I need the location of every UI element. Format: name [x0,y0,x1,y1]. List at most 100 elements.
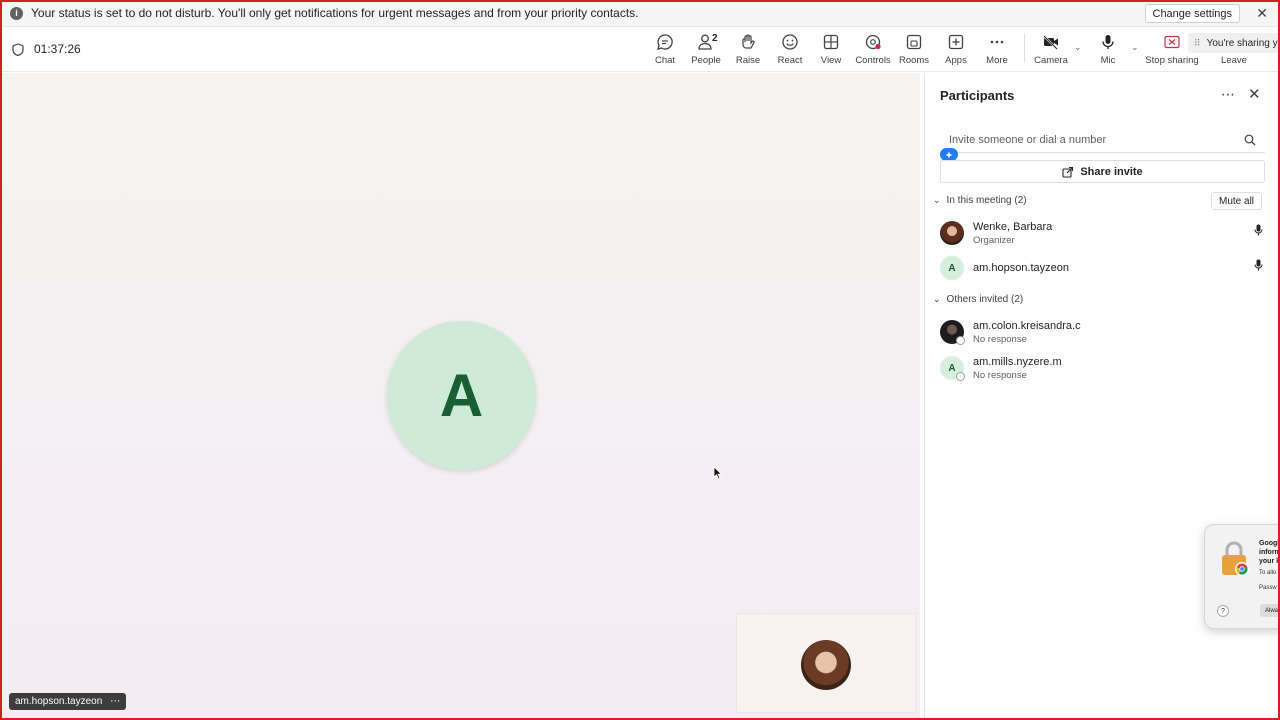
meeting-timer: 01:37:26 [12,42,81,56]
sharing-banner[interactable]: ⠿ You're sharing yo [1188,33,1280,53]
camera-label: Camera [1034,55,1068,66]
invited-row[interactable]: A am.mills.nyzere.m No response [940,356,1270,384]
share-invite-button[interactable]: Share invite [940,160,1265,183]
controls-button[interactable]: Controls [851,33,895,69]
popup-password-label: Passw [1259,585,1277,591]
leave-label: Leave [1221,55,1247,66]
meeting-stage: A [2,73,920,718]
participant-avatar: A [940,256,964,280]
invited-row[interactable]: am.colon.kreisandra.c No response [940,320,1270,348]
panel-title: Participants [940,88,1015,103]
more-label: More [986,55,1008,66]
avatar-letter: A [948,362,956,374]
avatar-letter: A [948,262,956,274]
camera-button[interactable]: Camera [1029,33,1073,69]
participant-row[interactable]: Wenke, Barbara Organizer [940,221,1270,249]
panel-more-options-icon[interactable]: ⋯ [1221,86,1235,103]
shield-icon [12,42,24,56]
camera-off-icon [1043,35,1058,50]
grid-view-icon [823,34,839,50]
raise-hand-button[interactable]: Raise [726,33,770,69]
more-button[interactable]: More [975,33,1019,69]
avatar-letter: A [439,362,484,429]
controls-label: Controls [855,55,891,66]
status-unknown-icon [956,372,965,381]
mic-icon [1102,35,1114,49]
people-label: People [691,55,721,66]
mic-icon[interactable] [1254,224,1263,236]
self-avatar [801,640,851,690]
in-meeting-section-header[interactable]: ⌄ In this meeting (2) [933,195,1027,206]
mic-button[interactable]: Mic [1086,33,1130,69]
people-button[interactable]: 2 People [684,33,728,75]
people-count: 2 [712,33,718,44]
search-icon[interactable] [1244,134,1256,146]
participant-avatar [940,221,964,245]
stop-sharing-label: Stop sharing [1145,55,1199,66]
stage-name-chip[interactable]: am.hopson.tayzeon ⋯ [9,693,127,710]
participant-avatar-large[interactable]: A [387,321,536,470]
participant-role: Organizer [973,235,1015,246]
raise-label: Raise [735,55,761,66]
raise-hand-icon [742,34,755,49]
rooms-icon [906,34,922,50]
mic-icon[interactable] [1254,259,1263,271]
stop-sharing-icon [1164,35,1180,49]
always-allow-button[interactable]: Alwa [1260,604,1280,617]
keychain-access-popup: Googl inform your k To allo Passw ? Alwa [1204,524,1280,629]
rooms-label: Rooms [898,55,930,66]
keychain-lock-icon [1222,541,1249,576]
controls-icon [865,34,881,50]
others-invited-label: Others invited (2) [946,294,1024,305]
chevron-down-icon: ⌄ [933,195,941,205]
mouse-cursor-icon [713,466,723,480]
smiley-icon [782,34,798,50]
apps-label: Apps [945,55,967,66]
dnd-notification-bar: i Your status is set to do not disturb. … [0,0,1280,27]
participant-name: am.mills.nyzere.m [973,356,1062,368]
change-settings-button[interactable]: Change settings [1144,4,1240,23]
participant-name: am.colon.kreisandra.c [973,320,1081,332]
camera-options-chevron-icon[interactable]: ⌄ [1074,42,1082,53]
react-label: React [777,55,803,66]
self-video-tile[interactable] [736,613,916,713]
timer-text: 01:37:26 [34,42,81,56]
add-apps-icon [948,34,964,50]
status-unknown-icon [956,336,965,345]
close-panel-icon[interactable]: ✕ [1248,85,1261,103]
chat-label: Chat [654,55,676,66]
share-invite-label: Share invite [1080,165,1143,178]
chat-icon [657,34,673,50]
chevron-down-icon: ⌄ [933,294,941,304]
react-button[interactable]: React [768,33,812,69]
view-label: View [820,55,842,66]
popup-description: To allo [1259,570,1277,576]
dnd-message: Your status is set to do not disturb. Yo… [31,6,639,20]
rooms-button[interactable]: Rooms [892,33,936,69]
help-button[interactable]: ? [1217,605,1229,617]
participant-name: am.hopson.tayzeon [973,262,1070,274]
participant-status: No response [973,334,1027,345]
info-icon: i [10,6,23,20]
mic-options-chevron-icon[interactable]: ⌄ [1131,42,1139,53]
mic-label: Mic [1100,55,1116,66]
close-notification-icon[interactable]: ✕ [1256,5,1268,22]
others-invited-section-header[interactable]: ⌄ Others invited (2) [933,294,1023,305]
popup-title: Googl inform your k [1259,540,1280,565]
invite-search-input[interactable] [940,128,1265,153]
participant-row[interactable]: A am.hopson.tayzeon [940,256,1270,284]
mute-all-button[interactable]: Mute all [1211,192,1263,210]
more-options-icon[interactable]: ⋯ [110,696,120,707]
drag-handle-icon[interactable]: ⠿ [1194,38,1201,49]
sharing-banner-text: You're sharing yo [1206,37,1280,49]
chat-button[interactable]: Chat [643,33,687,69]
more-dots-icon [990,40,1004,44]
share-icon [1062,166,1074,178]
toolbar-divider [1024,34,1025,62]
view-button[interactable]: View [809,33,853,69]
participant-name: Wenke, Barbara [973,221,1053,233]
in-meeting-label: In this meeting (2) [946,195,1027,206]
stage-name-text: am.hopson.tayzeon [15,696,103,707]
apps-button[interactable]: Apps [934,33,978,69]
participant-status: No response [973,370,1027,381]
